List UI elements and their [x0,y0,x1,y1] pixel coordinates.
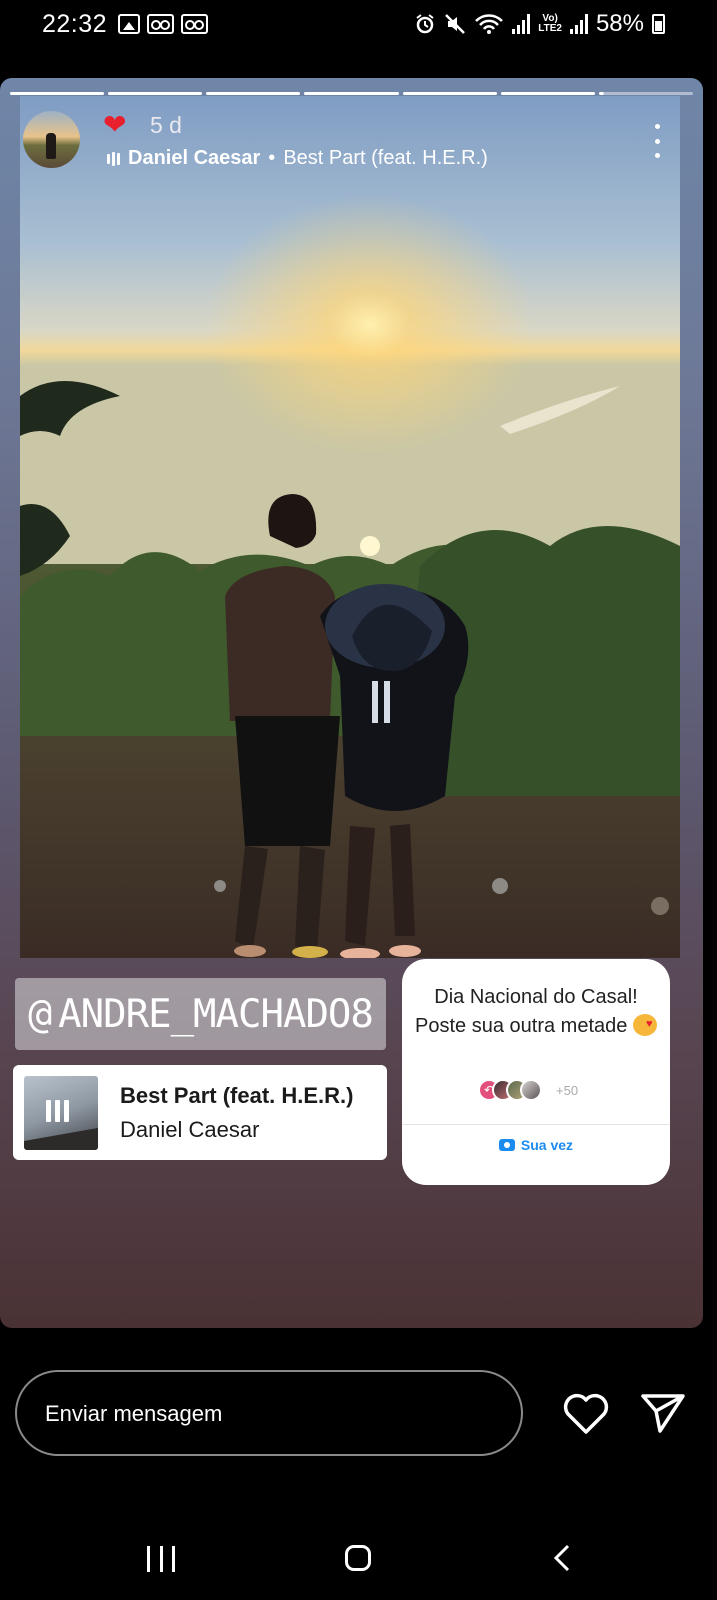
avatar[interactable] [23,111,80,168]
notification-icons [118,14,208,34]
voicemail-icon [147,14,174,34]
story-music-attribution[interactable]: Daniel Caesar • Best Part (feat. H.E.R.) [107,147,488,170]
message-placeholder: Enviar mensagem [45,1401,223,1426]
smiling-hearts-emoji-icon [632,1010,657,1039]
battery-percent: 58% [595,10,644,37]
music-song: Best Part (feat. H.E.R.) [283,147,488,169]
system-icons: Vo) LTE2 58% [414,10,665,38]
recent-apps-button[interactable] [147,1546,175,1572]
story-viewer[interactable]: ❤ 5 d Daniel Caesar • Best Part (feat. H… [0,78,703,1328]
back-button[interactable] [550,1544,578,1572]
voicemail-icon [181,14,208,34]
battery-icon [652,14,665,34]
mention-sticker[interactable]: @ ANDRE_MACHADO8 [15,978,386,1050]
mute-icon [445,14,466,34]
music-artist: Daniel Caesar [128,147,261,169]
add-yours-prompt: Dia Nacional do Casal! Poste sua outra m… [412,983,660,1041]
mention-at-symbol: @ [28,991,53,1037]
music-sticker[interactable]: Best Part (feat. H.E.R.) Daniel Caesar [13,1065,387,1160]
mention-handle: ANDRE_MACHADO8 [58,991,374,1037]
your-turn-button[interactable]: Sua vez [402,1137,670,1153]
alarm-icon [416,14,434,34]
camera-icon [498,1139,515,1151]
home-button[interactable] [345,1545,371,1571]
music-separator: • [268,147,276,169]
audio-bars-icon [107,151,120,166]
signal-icon [512,14,531,34]
divider [402,1124,670,1125]
gallery-notification-icon [118,14,140,34]
lte-label: Vo) LTE2 [538,13,562,34]
participant-avatar [520,1079,542,1101]
participants-avatars[interactable]: ↶ +50 [478,1079,578,1101]
music-sticker-artist: Daniel Caesar [120,1117,260,1142]
participants-more-count: +50 [556,1082,579,1098]
status-time: 22:32 [42,10,108,38]
your-turn-label: Sua vez [520,1137,574,1153]
story-timestamp: 5 d [150,112,182,138]
story-header: ❤ 5 d Daniel Caesar • Best Part (feat. H… [0,78,703,188]
more-options-icon[interactable] [652,124,662,158]
album-art [24,1076,98,1150]
heart-emoji-icon: ❤ [103,109,127,140]
sunset-couple-photo [20,96,680,958]
add-yours-prompt-text: Dia Nacional do Casal! Poste sua outra m… [415,986,638,1037]
like-heart-icon[interactable] [562,1392,610,1436]
message-input[interactable]: Enviar mensagem [15,1370,523,1456]
music-sticker-title: Best Part (feat. H.E.R.) [120,1083,354,1108]
wifi-icon [475,14,504,34]
status-bar: 22:32 Vo) LTE2 58% [0,0,717,60]
send-icon[interactable] [640,1392,686,1434]
music-bars-icon [46,1100,69,1122]
story-photo [20,96,680,958]
signal-icon [569,14,588,34]
system-nav-bar [0,1510,717,1600]
add-yours-sticker[interactable]: Dia Nacional do Casal! Poste sua outra m… [402,959,670,1185]
